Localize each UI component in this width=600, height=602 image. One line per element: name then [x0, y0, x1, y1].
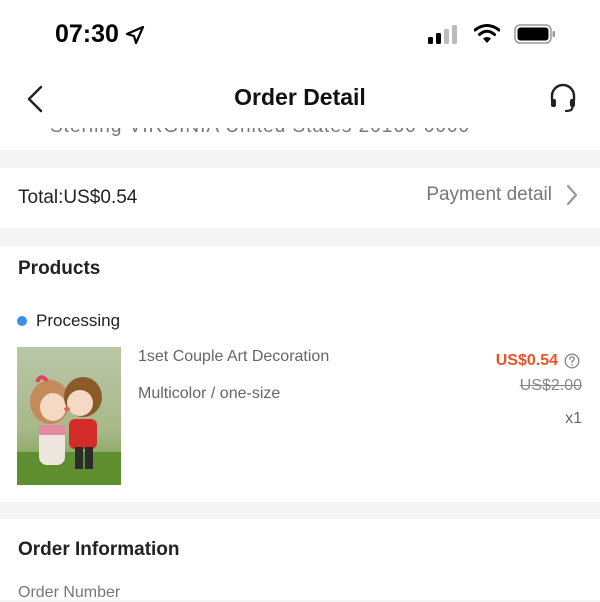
payment-detail-link[interactable]: Payment detail [426, 184, 578, 206]
product-quantity: x1 [565, 410, 582, 427]
wifi-icon [474, 24, 500, 43]
help-icon[interactable] [564, 353, 580, 369]
order-number-label: Order Number [18, 584, 121, 601]
product-name[interactable]: 1set Couple Art Decoration [138, 348, 329, 366]
product-variant: Multicolor / one-size [138, 385, 281, 402]
order-total: Total:US$0.54 [18, 187, 138, 208]
original-price: US$2.00 [519, 377, 582, 394]
status-dot [17, 316, 27, 326]
products-title: Products [18, 258, 101, 279]
order-information-card: Order Information Order Number [0, 519, 600, 601]
payment-detail-label: Payment detail [426, 184, 552, 205]
status-text: Processing [36, 311, 121, 330]
shipping-address: Sterling VIRGINIA United States 20166-00… [50, 128, 470, 138]
customer-service-button[interactable] [546, 80, 580, 116]
couple-figurine-image [17, 347, 121, 485]
address-section: Sterling VIRGINIA United States 20166-00… [0, 128, 600, 150]
status-bar: 07:30 [0, 0, 600, 70]
chevron-right-icon [566, 184, 578, 206]
battery-icon [514, 24, 555, 44]
headset-icon [550, 83, 576, 113]
total-card: Total:US$0.54 Payment detail [0, 168, 600, 228]
nav-bar: Order Detail [0, 70, 600, 128]
status-time: 07:30 [55, 20, 119, 48]
product-price: US$0.54 [495, 352, 558, 369]
cellular-signal-icon [428, 25, 457, 44]
order-information-title: Order Information [18, 539, 180, 560]
status-time-group: 07:30 [55, 20, 145, 49]
page-title: Order Detail [234, 84, 366, 110]
order-status: Processing [17, 311, 120, 331]
product-image[interactable] [17, 347, 121, 485]
status-indicators [428, 24, 556, 44]
location-arrow-icon [125, 25, 145, 44]
products-card: Products Processing 1set Couple Art Deco… [0, 246, 600, 502]
price-row: US$0.54 [496, 352, 580, 370]
